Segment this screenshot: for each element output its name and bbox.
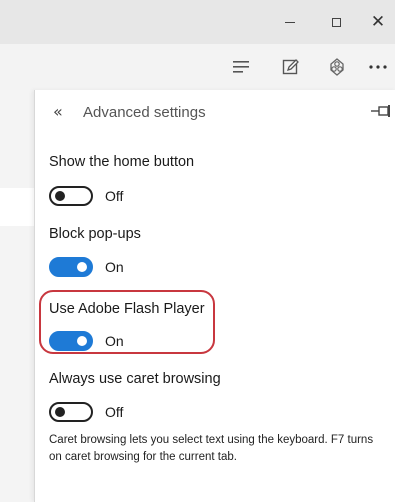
back-icon[interactable]: « bbox=[53, 102, 63, 121]
close-icon: ✕ bbox=[370, 11, 386, 32]
web-note-icon bbox=[282, 59, 299, 75]
setting-home-button: Show the home button Off bbox=[49, 154, 195, 206]
setting-flash-player: Use Adobe Flash Player On bbox=[49, 301, 205, 351]
flash-player-toggle[interactable] bbox=[49, 331, 93, 351]
toggle-state: On bbox=[105, 259, 124, 275]
hub-icon bbox=[233, 61, 249, 73]
more-icon bbox=[369, 65, 387, 69]
toggle-state: Off bbox=[105, 404, 124, 420]
toggle-state: On bbox=[105, 333, 124, 349]
toggle-knob bbox=[55, 191, 65, 201]
setting-label: Use Adobe Flash Player bbox=[49, 301, 205, 317]
title-bar: ✕ bbox=[0, 0, 395, 44]
maximize-icon bbox=[331, 17, 341, 27]
minimize-button[interactable] bbox=[270, 0, 310, 44]
web-note-button[interactable] bbox=[276, 52, 306, 82]
pin-icon[interactable] bbox=[371, 104, 393, 123]
setting-label: Show the home button bbox=[49, 154, 195, 170]
toggle-knob bbox=[77, 262, 87, 272]
setting-caret-browsing: Always use caret browsing Off bbox=[49, 371, 221, 422]
toggle-row: Off bbox=[49, 186, 123, 206]
share-icon bbox=[330, 58, 344, 76]
toggle-row: Off bbox=[49, 402, 123, 422]
setting-block-popups: Block pop-ups On bbox=[49, 226, 141, 277]
more-button[interactable] bbox=[363, 52, 393, 82]
minimize-icon bbox=[285, 21, 295, 23]
caret-browsing-toggle[interactable] bbox=[49, 402, 93, 422]
toggle-knob bbox=[55, 407, 65, 417]
caret-browsing-description: Caret browsing lets you select text usin… bbox=[49, 434, 374, 463]
toggle-knob bbox=[77, 336, 87, 346]
home-button-toggle[interactable] bbox=[49, 186, 93, 206]
browser-toolbar bbox=[0, 44, 395, 90]
page-content-strip bbox=[0, 188, 34, 226]
toggle-row: On bbox=[49, 331, 124, 351]
hub-button[interactable] bbox=[227, 52, 257, 82]
panel-header: « Advanced settings bbox=[35, 90, 395, 134]
close-button[interactable]: ✕ bbox=[358, 0, 395, 44]
maximize-button[interactable] bbox=[316, 0, 356, 44]
advanced-settings-panel: « Advanced settings Show the home button… bbox=[34, 90, 395, 502]
toggle-state: Off bbox=[105, 188, 124, 204]
share-button[interactable] bbox=[322, 52, 352, 82]
block-popups-toggle[interactable] bbox=[49, 257, 93, 277]
toggle-row: On bbox=[49, 257, 124, 277]
setting-label: Block pop-ups bbox=[49, 226, 141, 242]
setting-label: Always use caret browsing bbox=[49, 371, 221, 387]
page-background bbox=[0, 90, 34, 502]
panel-title: Advanced settings bbox=[83, 104, 206, 121]
